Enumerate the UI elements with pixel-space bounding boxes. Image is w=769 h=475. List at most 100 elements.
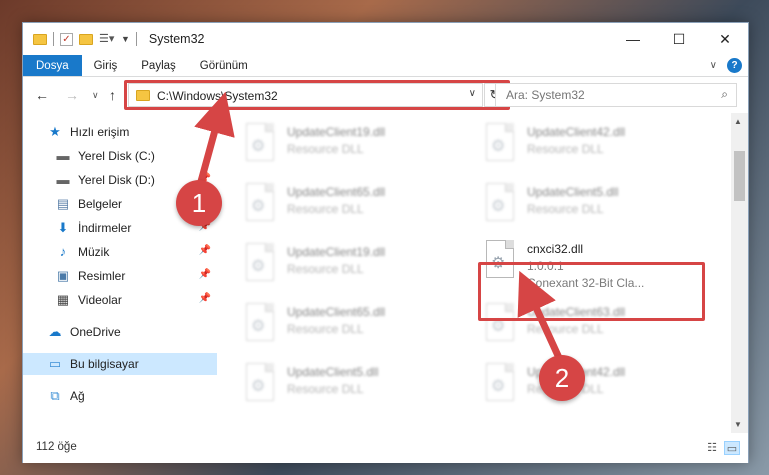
video-icon: ▦	[56, 292, 70, 307]
computer-icon: ▭	[48, 356, 62, 371]
dll-file-icon: ⚙	[243, 361, 277, 405]
dll-file-icon: ⚙	[243, 241, 277, 285]
pin-icon[interactable]: 📌	[199, 245, 211, 256]
sidebar-item-onedrive[interactable]: ☁ OneDrive	[23, 321, 217, 343]
file-highlight-box	[478, 262, 705, 321]
quick-access-toolbar: ✓ ☰▾ ▼	[23, 32, 137, 46]
new-folder-icon[interactable]	[79, 33, 93, 45]
title-bar: ✓ ☰▾ ▼ System32 — ☐ ✕	[23, 23, 748, 55]
tab-file[interactable]: Dosya	[23, 55, 82, 76]
sidebar-item-local-disk-c[interactable]: ▬ Yerel Disk (C:)	[23, 145, 217, 167]
pin-icon[interactable]: 📌	[199, 269, 211, 280]
minimize-button[interactable]: —	[610, 23, 656, 55]
dll-file-icon: ⚙	[483, 361, 517, 405]
sidebar-item-label: Bu bilgisayar	[70, 357, 139, 371]
tab-share[interactable]: Paylaş	[129, 55, 188, 76]
file-name: UpdateClient65.dll	[287, 305, 386, 319]
tab-view[interactable]: Görünüm	[188, 55, 260, 76]
recent-locations-icon[interactable]: ∨	[92, 90, 99, 101]
sidebar-item-pictures[interactable]: ▣ Resimler 📌	[23, 265, 217, 287]
search-box[interactable]: ⌕	[495, 83, 737, 107]
tab-home[interactable]: Giriş	[82, 55, 130, 76]
help-icon[interactable]: ?	[727, 58, 742, 73]
sidebar-item-label: İndirmeler	[78, 221, 132, 235]
properties-check-icon[interactable]: ✓	[60, 32, 73, 46]
file-item[interactable]: ⚙ UpdateClient65.dll Resource DLL	[243, 181, 473, 231]
address-highlight-box	[124, 80, 510, 110]
star-icon: ★	[49, 124, 61, 139]
music-icon: ♪	[59, 244, 67, 259]
sidebar-item-label: Resimler	[78, 269, 126, 283]
documents-icon: ▤	[56, 196, 70, 211]
sidebar-item-label: Yerel Disk (C:)	[78, 149, 155, 163]
sidebar-item-label: Müzik	[78, 245, 110, 259]
file-item[interactable]: ⚙ UpdateClient42.dll Resource DLL	[483, 121, 713, 171]
forward-arrow-icon[interactable]: →	[65, 87, 79, 103]
file-item[interactable]: ⚙ UpdateClient5.dll Resource DLL	[483, 181, 713, 231]
file-name: UpdateClient5.dll	[527, 185, 619, 199]
details-view-icon[interactable]: ☷	[704, 441, 720, 455]
navigation-pane: ★ Hızlı erişim ▬ Yerel Disk (C:) ▬ Yerel…	[23, 113, 217, 433]
close-button[interactable]: ✕	[702, 23, 748, 55]
sidebar-item-network[interactable]: ⧉ Ağ	[23, 385, 217, 407]
dll-file-icon: ⚙	[483, 121, 517, 165]
sidebar-item-label: Videolar	[78, 293, 122, 307]
pictures-icon: ▣	[56, 268, 70, 283]
file-type: Resource DLL	[527, 202, 604, 216]
drive-icon: ▬	[56, 172, 70, 187]
list-properties-icon[interactable]: ☰▾	[99, 33, 115, 45]
status-bar: 112 öğe ☷ ▭	[23, 433, 748, 463]
toolbar-divider	[53, 32, 54, 46]
sidebar-item-this-pc[interactable]: ▭ Bu bilgisayar	[23, 353, 217, 375]
dll-file-icon: ⚙	[243, 181, 277, 225]
sidebar-item-videos[interactable]: ▦ Videolar 📌	[23, 289, 217, 311]
file-type: Resource DLL	[287, 262, 364, 276]
file-type: Resource DLL	[287, 202, 364, 216]
tiles-view-icon[interactable]: ▭	[724, 441, 740, 455]
file-name: UpdateClient42.dll	[527, 125, 626, 139]
sidebar-item-label: Hızlı erişim	[70, 125, 130, 139]
file-type: Resource DLL	[527, 142, 604, 156]
file-item[interactable]: ⚙ UpdateClient19.dll Resource DLL	[243, 241, 473, 291]
scrollbar-thumb[interactable]	[734, 151, 745, 201]
file-list: ⚙ UpdateClient19.dll Resource DLL ⚙ Updat…	[233, 113, 733, 433]
ribbon-right-controls: ∨ ?	[710, 58, 742, 73]
scroll-down-arrow-icon[interactable]: ▼	[734, 420, 742, 429]
file-type: Resource DLL	[527, 322, 604, 336]
file-item[interactable]: ⚙ UpdateClient65.dll Resource DLL	[243, 301, 473, 351]
back-arrow-icon[interactable]: ←	[35, 87, 49, 103]
navigation-bar: ← → ∨ ↑ C:\Windows\System32 ∨ ↻ ⌕	[23, 77, 748, 113]
file-type: Resource DLL	[287, 322, 364, 336]
sidebar-item-quick-access[interactable]: ★ Hızlı erişim	[23, 121, 217, 143]
drive-icon: ▬	[56, 148, 70, 163]
file-item[interactable]: ⚙ UpdateClient19.dll Resource DLL	[243, 121, 473, 171]
item-count: 112 öğe	[36, 441, 77, 453]
file-item[interactable]: ⚙ UpdateClient42.dllResource DLL	[483, 361, 713, 411]
sidebar-item-music[interactable]: ♪ Müzik 📌	[23, 241, 217, 263]
vertical-scrollbar[interactable]: ▲ ▼	[731, 113, 748, 433]
sidebar-item-label: Ağ	[70, 389, 85, 403]
search-input[interactable]	[496, 84, 696, 106]
up-arrow-icon[interactable]: ↑	[109, 87, 116, 103]
file-name: UpdateClient19.dll	[287, 245, 386, 259]
file-explorer-window: ✓ ☰▾ ▼ System32 — ☐ ✕ Dosya Giriş Paylaş…	[22, 22, 749, 463]
sidebar-item-label: Yerel Disk (D:)	[78, 173, 155, 187]
file-name: UpdateClient65.dll	[287, 185, 386, 199]
scroll-up-arrow-icon[interactable]: ▲	[734, 117, 742, 126]
download-icon: ⬇	[57, 220, 69, 235]
toolbar-divider	[135, 32, 137, 46]
file-item[interactable]: ⚙ UpdateClient5.dll Resource DLL	[243, 361, 473, 411]
customize-toolbar-dropdown[interactable]: ▼	[121, 34, 130, 44]
dll-file-icon: ⚙	[243, 301, 277, 345]
window-title: System32	[148, 32, 205, 46]
network-icon: ⧉	[50, 388, 60, 403]
pin-icon[interactable]: 📌	[199, 293, 211, 304]
expand-ribbon-icon[interactable]: ∨	[710, 60, 717, 71]
view-buttons: ☷ ▭	[704, 441, 740, 455]
file-type: Resource DLL	[287, 142, 364, 156]
file-name: UpdateClient19.dll	[287, 125, 386, 139]
sidebar-item-label: OneDrive	[70, 325, 121, 339]
cloud-icon: ☁	[48, 324, 62, 339]
search-icon[interactable]: ⌕	[721, 87, 728, 102]
maximize-button[interactable]: ☐	[656, 23, 702, 55]
